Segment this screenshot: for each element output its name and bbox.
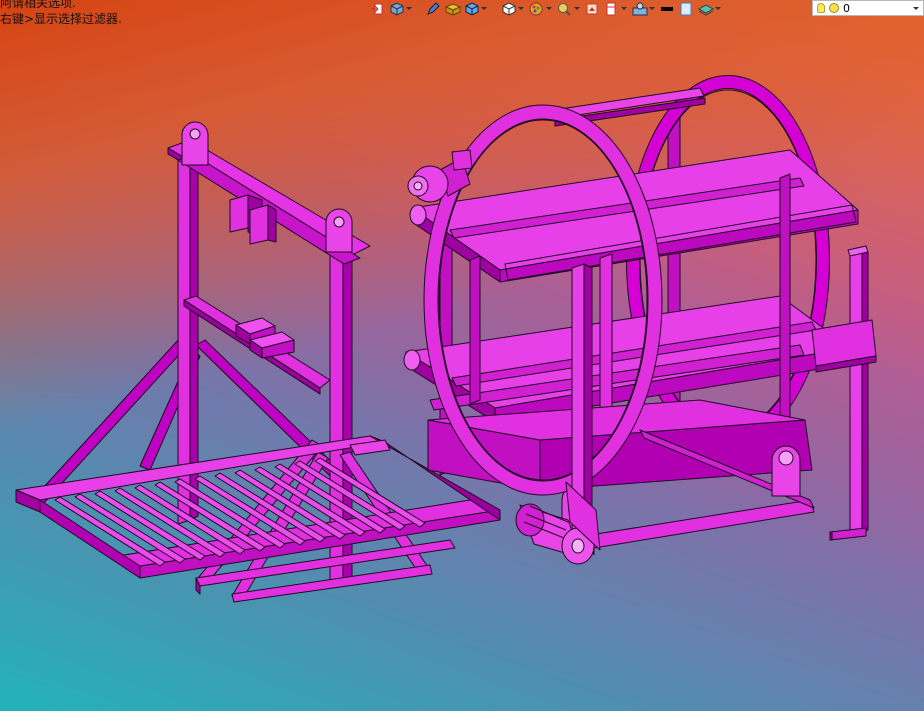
- cad-model-viewport[interactable]: [0, 0, 924, 711]
- rotating-drum-assembly: [403, 75, 859, 565]
